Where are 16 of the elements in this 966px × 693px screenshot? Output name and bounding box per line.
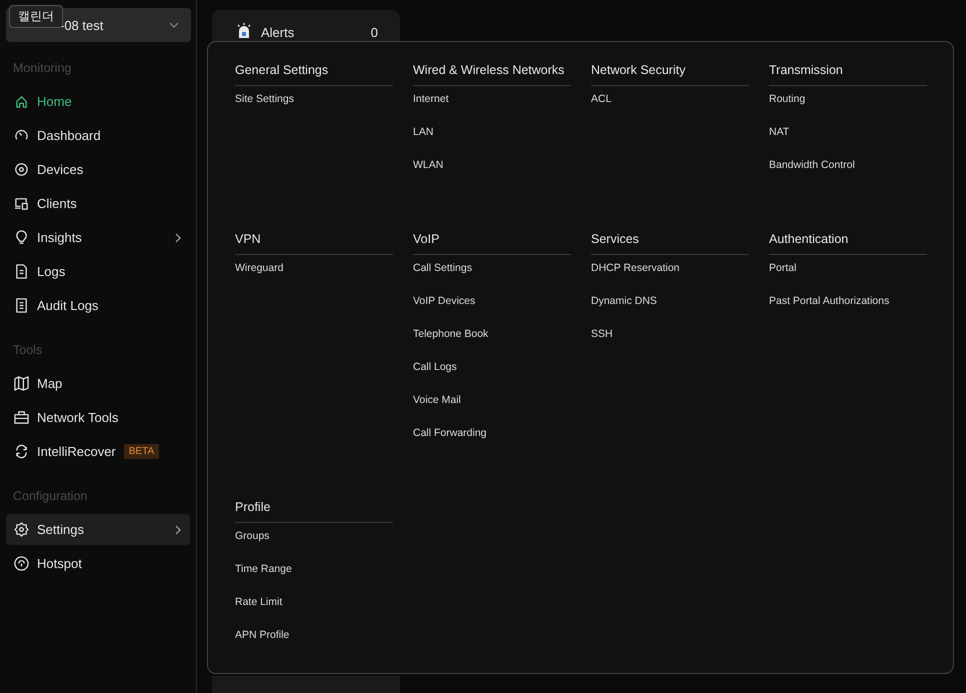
menu-section-title: VoIP (413, 232, 571, 255)
menu-section-title: VPN (235, 232, 393, 255)
menu-section-title: General Settings (235, 63, 393, 86)
alerts-count: 0 (370, 24, 378, 40)
beta-badge: BETA (124, 444, 160, 459)
section-label: Configuration (12, 489, 88, 505)
section-label: Monitoring (12, 61, 72, 77)
alerts-label: Alerts (261, 24, 294, 40)
menu-section-title: Services (591, 232, 749, 255)
tooltip: 캘린더 (9, 5, 63, 28)
menu-section-title: Transmission (769, 63, 927, 86)
section-label: Tools (12, 343, 44, 359)
menu-section-title: Profile (235, 500, 393, 523)
menu-section-title: Authentication (769, 232, 927, 255)
menu-section-title: Wired & Wireless Networks (413, 63, 571, 86)
menu-section-title: Network Security (591, 63, 749, 86)
